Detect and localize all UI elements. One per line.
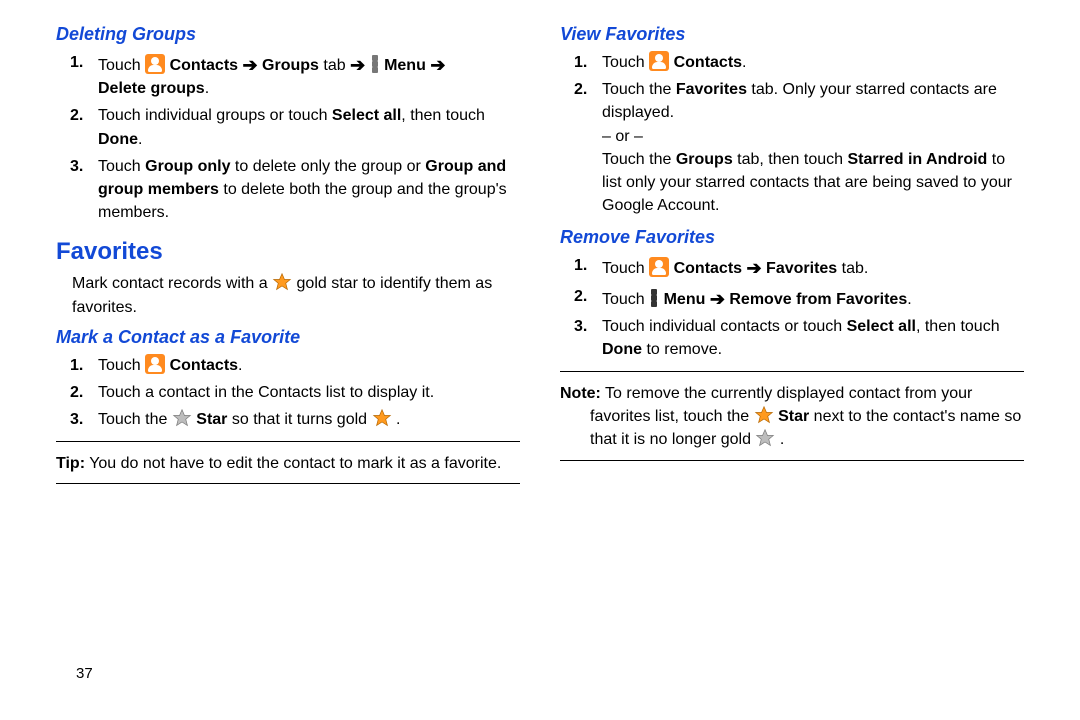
note-block: Note: To remove the currently displayed … [560,382,1024,452]
divider [560,460,1024,461]
step-1: 1. Touch Contacts ➔ Favorites tab. [602,254,1024,280]
step-2: 2. Touch Menu ➔ Remove from Favorites. [602,285,1024,311]
divider [560,371,1024,372]
menu-icon [372,55,378,73]
deleting-groups-steps: 1. Touch Contacts ➔ Groups tab ➔ Menu ➔ … [56,51,520,224]
arrow-icon: ➔ [350,52,365,78]
arrow-icon: ➔ [430,52,445,78]
step-1: 1. Touch Contacts. [98,354,520,377]
star-gold-icon [272,272,292,292]
contacts-icon [649,51,669,71]
step-3: 3. Touch Group only to delete only the g… [98,155,520,225]
left-column: Deleting Groups 1. Touch Contacts ➔ Grou… [56,20,520,494]
heading-remove-favorites: Remove Favorites [560,227,1024,248]
star-gold-icon [372,408,392,428]
step-2: 2. Touch a contact in the Contacts list … [98,381,520,404]
contacts-icon [649,257,669,277]
heading-view-favorites: View Favorites [560,24,1024,45]
step-3: 3. Touch the Star so that it turns gold … [98,408,520,431]
arrow-icon: ➔ [243,52,258,78]
right-column: View Favorites 1. Touch Contacts. 2. Tou… [560,20,1024,494]
divider [56,441,520,442]
star-grey-icon [755,428,775,448]
contacts-icon [145,354,165,374]
step-3: 3. Touch individual contacts or touch Se… [602,315,1024,361]
remove-favorites-steps: 1. Touch Contacts ➔ Favorites tab. 2. To… [560,254,1024,361]
arrow-icon: ➔ [710,286,725,312]
heading-deleting-groups: Deleting Groups [56,24,520,45]
heading-mark-favorite: Mark a Contact as a Favorite [56,327,520,348]
arrow-icon: ➔ [747,255,762,281]
step-1: 1. Touch Contacts. [602,51,1024,74]
tip-block: Tip: You do not have to edit the contact… [56,452,520,475]
page-number: 37 [76,665,93,682]
star-gold-icon [754,405,774,425]
star-grey-icon [172,408,192,428]
menu-icon [651,289,657,307]
divider [56,483,520,484]
step-2: 2. Touch the Favorites tab. Only your st… [602,78,1024,217]
mark-favorite-steps: 1. Touch Contacts. 2. Touch a contact in… [56,354,520,432]
favorites-intro: Mark contact records with a gold star to… [72,272,520,318]
step-1: 1. Touch Contacts ➔ Groups tab ➔ Menu ➔ … [98,51,520,100]
heading-favorites: Favorites [56,238,520,266]
step-2: 2. Touch individual groups or touch Sele… [98,104,520,150]
contacts-icon [145,54,165,74]
view-favorites-steps: 1. Touch Contacts. 2. Touch the Favorite… [560,51,1024,217]
